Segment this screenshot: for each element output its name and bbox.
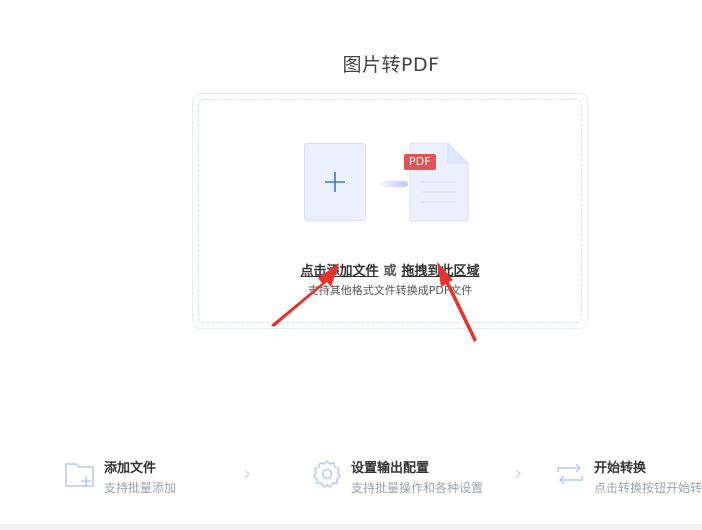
pdf-badge: PDF (404, 154, 436, 170)
or-label: 或 (383, 264, 397, 279)
step-title: 设置输出配置 (351, 461, 430, 476)
step-desc: 支持批量添加 (104, 481, 177, 495)
add-file-button[interactable] (304, 143, 366, 221)
chevron-right-icon (515, 469, 521, 479)
step-title: 开始转换 (594, 461, 647, 476)
step-title: 添加文件 (104, 461, 157, 476)
drop-instruction: 点击添加文件或拖拽到此区域 (193, 260, 587, 279)
drop-subtitle: 支持其他格式文件转换成PDF文件 (307, 284, 473, 297)
click-add-file-link[interactable]: 点击添加文件 (300, 264, 378, 279)
folder-add-icon (65, 463, 94, 487)
chevron-right-icon (244, 469, 250, 479)
page-title: 图片转PDF (342, 54, 440, 76)
drag-here-label: 拖拽到此区域 (401, 264, 480, 279)
plus-icon (325, 172, 345, 192)
file-drop-zone[interactable]: PDF 点击添加文件或拖拽到此区域 支持其他格式文件转换成PDF文件 (192, 93, 588, 329)
connector-bar (380, 181, 408, 187)
step-desc: 支持批量操作和各种设置 (351, 481, 484, 495)
convert-icon (557, 463, 583, 485)
bottom-divider (0, 524, 702, 530)
gear-icon (313, 460, 341, 488)
step-desc: 点击转换按钮开始转 (594, 481, 702, 495)
